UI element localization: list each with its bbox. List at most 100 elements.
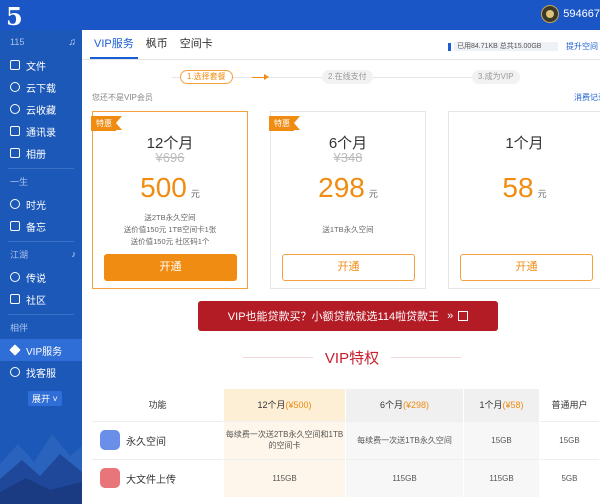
tab-space-card[interactable]: 空间卡 bbox=[176, 35, 217, 59]
column-header-price: (¥58) bbox=[502, 400, 524, 411]
price-value: 500 bbox=[140, 172, 187, 203]
column-header: 12个月(¥500) bbox=[223, 389, 346, 421]
legend-icon bbox=[10, 272, 20, 282]
table-cell: 115GB bbox=[463, 458, 540, 497]
user-id[interactable]: 594667 bbox=[563, 8, 600, 20]
section-label: 江湖 bbox=[10, 249, 29, 260]
avatar[interactable] bbox=[541, 5, 560, 23]
subscribe-12-months-button[interactable]: 开通 bbox=[104, 254, 237, 281]
community-icon bbox=[10, 294, 20, 304]
sidebar-item-time[interactable]: 时光 bbox=[0, 193, 82, 215]
plan-price: 500 元 bbox=[93, 172, 247, 204]
tab-vip-service[interactable]: VIP服务 bbox=[90, 35, 138, 59]
double-arrow-icon: » bbox=[447, 310, 453, 322]
vip-privileges-heading: VIP特权 bbox=[202, 346, 502, 368]
sidebar-item-community[interactable]: 社区 bbox=[0, 288, 82, 310]
table-cell: 115GB bbox=[345, 458, 464, 497]
price-value: 298 bbox=[318, 172, 365, 203]
price-value: 58 bbox=[502, 172, 534, 203]
tab-maple-coin[interactable]: 枫币 bbox=[142, 35, 172, 59]
sidebar-item-legend[interactable]: 传说 bbox=[0, 266, 82, 288]
plan-perk: 送价值150元 1TB空间卡1张 bbox=[123, 225, 217, 234]
price-unit: 元 bbox=[190, 189, 200, 199]
section-title: VIP特权 bbox=[324, 349, 380, 367]
gift-icon bbox=[458, 311, 469, 321]
plan-price: 298 元 bbox=[271, 172, 425, 204]
table-cell: 5GB bbox=[539, 458, 600, 497]
user-menu[interactable]: 594667 bbox=[541, 5, 600, 23]
plan-perk: 送价值150元 社区码1个 bbox=[130, 237, 210, 246]
sidebar-item-memo[interactable]: 备忘 bbox=[0, 215, 82, 237]
table-cell: 15GB bbox=[463, 420, 540, 459]
sidebar-item-label: 文件 bbox=[26, 61, 46, 73]
sidebar-item-photos[interactable]: 相册 bbox=[0, 142, 82, 164]
plan-perk: 送1TB永久空间 bbox=[322, 225, 374, 234]
upgrade-space-link[interactable]: 提升空间 bbox=[566, 41, 598, 52]
sidebar-item-label: 时光 bbox=[26, 200, 46, 212]
sidebar-item-label: 社区 bbox=[26, 295, 46, 307]
memo-icon bbox=[10, 221, 20, 231]
section-label: 相伴 bbox=[10, 322, 29, 333]
arrow-right-icon bbox=[264, 74, 269, 80]
original-price: ¥696 bbox=[155, 150, 185, 165]
cloud-download-icon bbox=[10, 82, 20, 92]
table-cell: 每续费一次送2TB永久空间和1TB的空间卡 bbox=[223, 420, 346, 459]
sidebar-item-files[interactable]: 文件 bbox=[0, 54, 82, 76]
sidebar-item-cloud-favorites[interactable]: 云收藏 bbox=[0, 98, 82, 120]
sidebar-item-contacts[interactable]: 通讯录 bbox=[0, 120, 82, 142]
table-cell: 15GB bbox=[539, 420, 600, 459]
subscribe-6-months-button[interactable]: 开通 bbox=[282, 254, 415, 281]
sidebar-item-label: 相册 bbox=[26, 149, 46, 161]
privileges-table: 功能 12个月(¥500) 6个月(¥298) 1个月(¥58) 普通用户 永久… bbox=[92, 389, 600, 497]
table-header-row: 功能 12个月(¥500) 6个月(¥298) 1个月(¥58) 普通用户 bbox=[92, 389, 600, 421]
cloud-star-icon bbox=[10, 104, 20, 114]
sidebar-item-label: 备忘 bbox=[26, 222, 46, 234]
original-price: ¥348 bbox=[333, 150, 363, 165]
section-label: 115 bbox=[10, 37, 25, 47]
loan-ad-banner[interactable]: VIP也能贷款买？小额贷款就选114啦贷款王 » bbox=[198, 301, 498, 331]
plan-card-12-months[interactable]: 特惠 12个月 ¥696 500 元 送2TB永久空间 送价值150元 1TB空间… bbox=[91, 111, 248, 289]
divider bbox=[242, 356, 313, 358]
sidebar-section-life: 一生 bbox=[0, 169, 82, 193]
table-cell: 115GB bbox=[223, 458, 346, 497]
step-choose-plan: 1.选择套餐 bbox=[180, 70, 233, 84]
banner-text: VIP也能贷款买？小额贷款就选114啦贷款王 bbox=[227, 311, 440, 323]
contacts-icon bbox=[10, 126, 20, 136]
sidebar: 115 ♫ 文件 云下载 云收藏 通讯录 相册 一生 时光 备忘 江湖 ♪ 传说… bbox=[0, 30, 82, 504]
storage-text: 已用84.71KB 总共15.00GB bbox=[454, 42, 558, 51]
upload-icon bbox=[100, 468, 120, 489]
plan-card-6-months[interactable]: 特惠 6个月 ¥348 298 元 送1TB永久空间 开通 bbox=[269, 111, 426, 289]
column-header: 功能 bbox=[92, 389, 224, 421]
tab-bar: VIP服务 枫币 空间卡 已用84.71KB 总共15.00GB 提升空间 bbox=[82, 30, 600, 60]
service-icon bbox=[10, 367, 20, 377]
discount-badge: 特惠 bbox=[269, 116, 300, 131]
section-label: 一生 bbox=[10, 176, 29, 187]
photo-icon bbox=[10, 148, 20, 158]
feature-name: 大文件上传 bbox=[126, 474, 176, 486]
clock-icon bbox=[10, 199, 20, 209]
purchase-record-link[interactable]: 消费记录 bbox=[574, 92, 600, 103]
headset-icon[interactable]: ♫ bbox=[69, 37, 77, 48]
plan-card-1-month[interactable]: 1个月 58 元 开通 bbox=[448, 111, 600, 289]
price-unit: 元 bbox=[368, 189, 378, 199]
table-row: 永久空间 每续费一次送2TB永久空间和1TB的空间卡 每续费一次送1TB永久空间… bbox=[92, 420, 600, 459]
feature-cell: 大文件上传 bbox=[92, 458, 224, 497]
sidebar-item-cloud-download[interactable]: 云下载 bbox=[0, 76, 82, 98]
subscribe-1-month-button[interactable]: 开通 bbox=[460, 254, 593, 281]
discount-badge: 特惠 bbox=[91, 116, 122, 131]
sidebar-section-115: 115 ♫ bbox=[0, 30, 82, 54]
bell-icon[interactable]: ♪ bbox=[72, 249, 77, 259]
app-logo[interactable]: 5 bbox=[6, 2, 23, 31]
plan-price: 58 元 bbox=[449, 172, 600, 204]
column-header: 1个月(¥58) bbox=[463, 389, 540, 421]
plan-perk: 送2TB永久空间 bbox=[144, 213, 196, 222]
sidebar-item-vip[interactable]: VIP服务 bbox=[0, 339, 82, 361]
steps-progress bbox=[252, 77, 264, 78]
column-header-label: 1个月 bbox=[479, 400, 503, 411]
main-content: VIP服务 枫币 空间卡 已用84.71KB 总共15.00GB 提升空间 1.… bbox=[82, 30, 600, 504]
sidebar-section-companion: 相伴 bbox=[0, 315, 82, 339]
cloud-storage-icon bbox=[100, 430, 120, 450]
sidebar-item-service[interactable]: 找客服 bbox=[0, 361, 82, 383]
column-header: 普通用户 bbox=[539, 389, 600, 421]
sidebar-section-jianghu: 江湖 ♪ bbox=[0, 242, 82, 266]
